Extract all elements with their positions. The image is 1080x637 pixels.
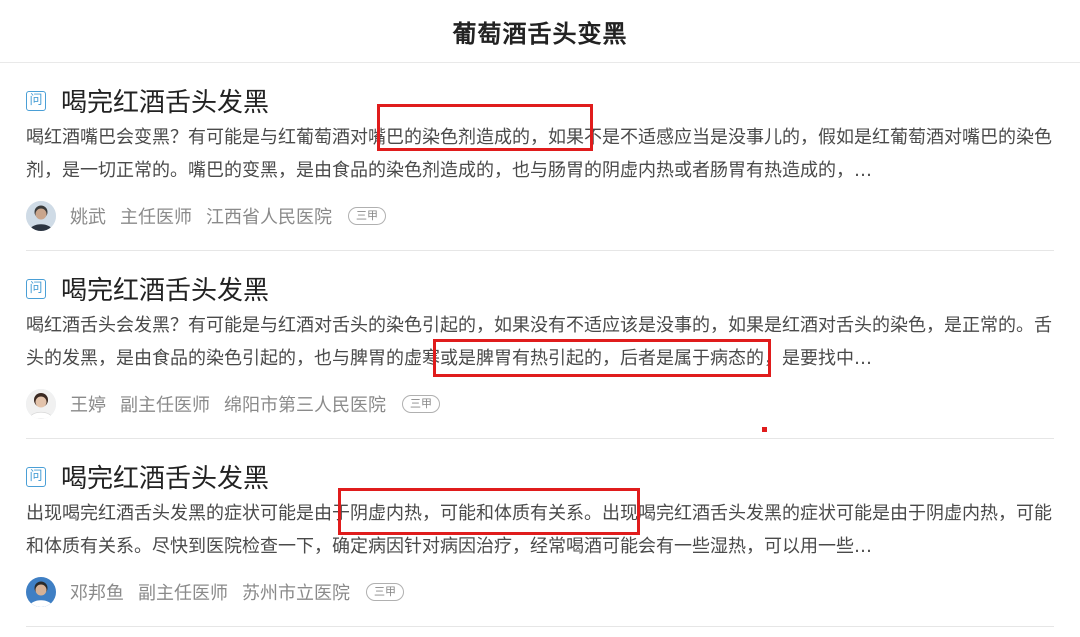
answer-list: 问 喝完红酒舌头发黑 喝红酒嘴巴会变黑？有可能是与红葡萄酒对嘴巴的染色剂造成的，… bbox=[0, 63, 1080, 627]
page-header: 葡萄酒舌头变黑 bbox=[0, 0, 1080, 63]
card-summary: 出现喝完红酒舌头发黑的症状可能是由于阴虚内热，可能和体质有关系。出现喝完红酒舌头… bbox=[26, 503, 1052, 557]
doctor-title: 副主任医师 bbox=[138, 583, 228, 604]
card-title-row: 问 喝完红酒舌头发黑 bbox=[26, 458, 269, 495]
hospital-name: 绵阳市第三人民医院 bbox=[224, 395, 386, 416]
avatar bbox=[26, 577, 56, 607]
doctor-info: 王婷 副主任医师 绵阳市第三人民医院 三甲 bbox=[26, 388, 440, 420]
doctor-name: 姚武 bbox=[70, 207, 106, 228]
answer-card[interactable]: 问 喝完红酒舌头发黑 出现喝完红酒舌头发黑的症状可能是由于阴虚内热，可能和体质有… bbox=[26, 439, 1054, 627]
doctor-info: 姚武 主任医师 江西省人民医院 三甲 bbox=[26, 200, 386, 232]
card-title[interactable]: 喝完红酒舌头发黑 bbox=[61, 458, 269, 495]
question-icon: 问 bbox=[26, 466, 46, 487]
hospital-name: 江西省人民医院 bbox=[206, 207, 332, 228]
hospital-grade-badge: 三甲 bbox=[366, 583, 404, 601]
doctor-title: 副主任医师 bbox=[120, 395, 210, 416]
card-summary: 喝红酒嘴巴会变黑？有可能是与红葡萄酒对嘴巴的染色剂造成的，如果不是不适感应当是没… bbox=[26, 127, 1052, 181]
avatar bbox=[26, 201, 56, 231]
question-icon: 问 bbox=[26, 278, 46, 299]
card-title-row: 问 喝完红酒舌头发黑 bbox=[26, 270, 269, 307]
avatar bbox=[26, 389, 56, 419]
answer-card[interactable]: 问 喝完红酒舌头发黑 喝红酒舌头会发黑？有可能是与红酒对舌头的染色引起的，如果没… bbox=[26, 251, 1054, 439]
doctor-name: 邓邦鱼 bbox=[70, 583, 124, 604]
page-title: 葡萄酒舌头变黑 bbox=[452, 19, 628, 48]
hospital-name: 苏州市立医院 bbox=[242, 583, 350, 604]
card-title[interactable]: 喝完红酒舌头发黑 bbox=[61, 82, 269, 119]
question-icon: 问 bbox=[26, 90, 46, 111]
answer-card[interactable]: 问 喝完红酒舌头发黑 喝红酒嘴巴会变黑？有可能是与红葡萄酒对嘴巴的染色剂造成的，… bbox=[26, 63, 1054, 251]
doctor-info: 邓邦鱼 副主任医师 苏州市立医院 三甲 bbox=[26, 576, 404, 608]
card-title-row: 问 喝完红酒舌头发黑 bbox=[26, 82, 269, 119]
doctor-name: 王婷 bbox=[70, 395, 106, 416]
annotation-dot bbox=[762, 427, 767, 432]
doctor-title: 主任医师 bbox=[120, 207, 192, 228]
hospital-grade-badge: 三甲 bbox=[402, 395, 440, 413]
card-title[interactable]: 喝完红酒舌头发黑 bbox=[61, 270, 269, 307]
hospital-grade-badge: 三甲 bbox=[348, 207, 386, 225]
card-summary: 喝红酒舌头会发黑？有可能是与红酒对舌头的染色引起的，如果没有不适应该是没事的，如… bbox=[26, 315, 1052, 369]
